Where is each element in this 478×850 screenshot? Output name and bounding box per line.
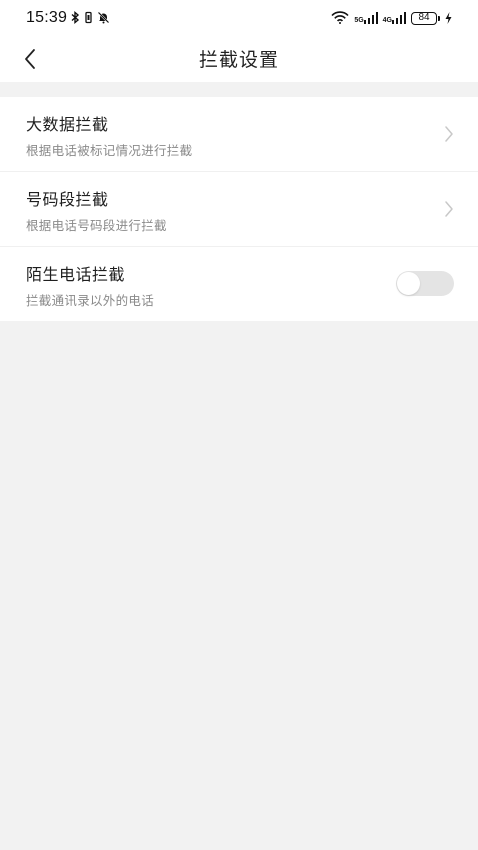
status-time: 15:39 [26, 9, 68, 26]
chevron-right-icon [445, 126, 453, 142]
settings-list: 大数据拦截 根据电话被标记情况进行拦截 号码段拦截 根据电话号码段进行拦截 陌生… [0, 97, 478, 321]
status-left: 15:39 [26, 9, 110, 28]
battery-tip [438, 15, 440, 21]
network-5g-label: 5G [354, 17, 364, 24]
battery-indicator: 84 [411, 11, 440, 25]
status-right: 5G 4G 84 [331, 9, 452, 28]
big-data-intercept-row[interactable]: 大数据拦截 根据电话被标记情况进行拦截 [0, 97, 478, 172]
signal-bars-icon [363, 12, 378, 24]
row-title: 陌生电话拦截 [26, 265, 126, 284]
app-header: 拦截设置 [0, 36, 478, 82]
signal-5g: 5G [354, 12, 378, 24]
row-title: 号码段拦截 [26, 190, 109, 209]
signal-4g: 4G [383, 12, 406, 24]
toggle-knob [397, 272, 420, 295]
page-title: 拦截设置 [198, 49, 279, 71]
row-title: 大数据拦截 [26, 115, 109, 134]
signal-bars-icon [392, 12, 406, 24]
row-subtitle: 根据电话号码段进行拦截 [26, 218, 167, 233]
chevron-right-icon [445, 201, 453, 217]
vibrate-icon [84, 9, 93, 28]
status-bar: 15:39 5G 4G 84 [0, 0, 478, 36]
row-subtitle: 根据电话被标记情况进行拦截 [26, 143, 193, 158]
bluetooth-icon [71, 9, 80, 28]
wifi-icon [331, 9, 349, 28]
row-subtitle: 拦截通讯录以外的电话 [26, 293, 155, 308]
stranger-call-toggle[interactable] [396, 271, 454, 296]
network-4g-label: 4G [382, 17, 392, 24]
number-range-intercept-row[interactable]: 号码段拦截 根据电话号码段进行拦截 [0, 172, 478, 247]
battery-level: 84 [411, 11, 437, 25]
charging-icon [445, 9, 452, 28]
stranger-call-intercept-row: 陌生电话拦截 拦截通讯录以外的电话 [0, 247, 478, 321]
mute-bell-icon [97, 9, 110, 28]
